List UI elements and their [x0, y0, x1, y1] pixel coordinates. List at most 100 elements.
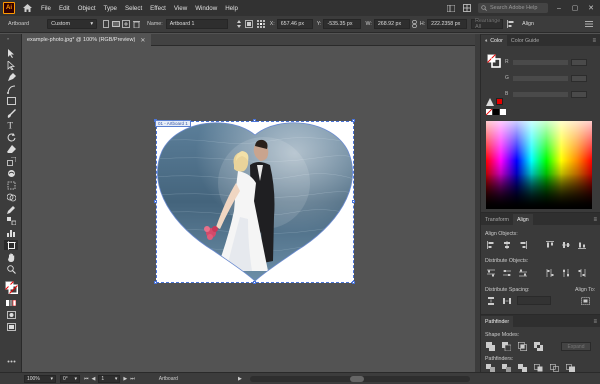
- vertical-distribute-space-icon[interactable]: [486, 296, 495, 305]
- unite-icon[interactable]: [486, 342, 495, 351]
- align-bottom-icon[interactable]: [577, 240, 586, 249]
- maximize-button[interactable]: ▢: [570, 3, 580, 13]
- scrollbar-thumb[interactable]: [349, 375, 364, 382]
- distribute-vertical-center-icon[interactable]: [502, 268, 511, 277]
- align-link[interactable]: Align: [522, 21, 534, 27]
- distribute-left-icon[interactable]: [545, 268, 554, 277]
- intersect-icon[interactable]: [518, 342, 527, 351]
- handle-middle-right[interactable]: [352, 200, 355, 203]
- height-field[interactable]: 222.2358 px: [427, 19, 468, 29]
- artboard-name-field[interactable]: Artboard 1: [165, 19, 228, 29]
- align-right-icon[interactable]: [518, 240, 527, 249]
- direct-selection-tool-icon[interactable]: [4, 60, 18, 70]
- outline-icon[interactable]: [550, 363, 559, 372]
- edit-toolbar-icon[interactable]: [4, 356, 18, 366]
- menu-select[interactable]: Select: [125, 5, 142, 12]
- none-white-black-swatches[interactable]: [485, 108, 506, 116]
- tab-align[interactable]: Align: [512, 214, 533, 225]
- document-tab[interactable]: example-photo.jpg* @ 100% (RGB/Preview) …: [23, 34, 151, 46]
- color-row-g[interactable]: G: [505, 74, 587, 82]
- menu-object[interactable]: Object: [78, 5, 96, 12]
- menu-file[interactable]: File: [41, 5, 51, 12]
- delete-artboard-icon[interactable]: [131, 19, 141, 29]
- close-tab-icon[interactable]: ✕: [140, 37, 145, 44]
- paintbrush-tool-icon[interactable]: [4, 108, 18, 118]
- zoom-field[interactable]: 100% ▾: [24, 374, 56, 383]
- rearrange-all-button[interactable]: Rearrange All: [471, 18, 504, 30]
- minus-back-icon[interactable]: [566, 363, 575, 372]
- menu-edit[interactable]: Edit: [59, 5, 70, 12]
- tab-color[interactable]: ◐ Color: [481, 35, 507, 46]
- curvature-tool-icon[interactable]: [4, 84, 18, 94]
- pen-tool-icon[interactable]: [4, 72, 18, 82]
- eyedropper-tool-icon[interactable]: [4, 204, 18, 214]
- hand-tool-icon[interactable]: [4, 252, 18, 262]
- fill-stroke-mini-swatch[interactable]: [487, 54, 501, 68]
- portrait-icon[interactable]: [101, 19, 111, 29]
- menu-view[interactable]: View: [174, 5, 187, 12]
- crop-icon[interactable]: [534, 363, 543, 372]
- home-icon[interactable]: [21, 2, 33, 14]
- expand-button[interactable]: Expand: [561, 342, 591, 351]
- free-transform-tool-icon[interactable]: [4, 180, 18, 190]
- b-value-field[interactable]: [571, 90, 587, 98]
- type-tool-icon[interactable]: T: [4, 120, 18, 130]
- trim-icon[interactable]: [502, 363, 511, 372]
- landscape-icon[interactable]: [111, 19, 121, 29]
- previous-artboard-button[interactable]: ◀: [92, 376, 96, 382]
- artboard-number-field[interactable]: 1 ▾: [98, 374, 121, 383]
- panel-menu-icon[interactable]: ≡: [593, 316, 600, 327]
- handle-bottom-right[interactable]: [352, 281, 355, 284]
- tab-pathfinder[interactable]: Pathfinder: [481, 316, 514, 327]
- color-row-b[interactable]: B: [505, 90, 587, 98]
- eraser-tool-icon[interactable]: [4, 144, 18, 154]
- canvas-area[interactable]: 01 - Artboard 1: [23, 47, 475, 372]
- panel-menu-icon[interactable]: ≡: [593, 214, 600, 225]
- new-artboard-icon[interactable]: [121, 19, 131, 29]
- handle-bottom-left[interactable]: [154, 281, 157, 284]
- align-top-icon[interactable]: [545, 240, 554, 249]
- artboard-name-label[interactable]: 01 - Artboard 1: [155, 120, 191, 127]
- screen-mode-icon[interactable]: [4, 322, 18, 332]
- spacing-value-field[interactable]: [517, 296, 551, 305]
- arrange-docs-icon[interactable]: [462, 3, 472, 13]
- minus-front-icon[interactable]: [502, 342, 511, 351]
- menu-help[interactable]: Help: [225, 5, 238, 12]
- minimize-button[interactable]: –: [554, 3, 564, 13]
- tab-transform[interactable]: Transform: [481, 214, 513, 225]
- gamut-color-swatch[interactable]: [496, 98, 503, 105]
- next-artboard-button[interactable]: ▶: [123, 376, 127, 382]
- panel-collapse-icon[interactable]: »: [4, 36, 18, 40]
- fill-stroke-swatch[interactable]: [4, 280, 18, 294]
- workspace-switcher-icon[interactable]: [446, 3, 456, 13]
- x-field[interactable]: 657.46 px: [276, 19, 313, 29]
- color-row-r[interactable]: R: [505, 58, 587, 66]
- align-vertical-center-icon[interactable]: [561, 240, 570, 249]
- artboard-options-icon[interactable]: [244, 19, 254, 29]
- last-artboard-button[interactable]: ⏭: [130, 376, 135, 382]
- warp-tool-icon[interactable]: [4, 168, 18, 178]
- drawing-mode-icon[interactable]: [4, 310, 18, 320]
- status-arrow-icon[interactable]: ▶: [238, 376, 242, 382]
- handle-top-right[interactable]: [352, 119, 355, 122]
- menu-type[interactable]: Type: [104, 5, 117, 12]
- preset-dropdown[interactable]: Custom ▾: [47, 19, 98, 29]
- horizontal-scrollbar[interactable]: [249, 375, 470, 382]
- rectangle-tool-icon[interactable]: [4, 96, 18, 106]
- align-left-icon[interactable]: [486, 240, 495, 249]
- close-window-button[interactable]: ✕: [586, 3, 596, 13]
- r-slider[interactable]: [513, 59, 568, 65]
- y-field[interactable]: -535.35 px: [323, 19, 362, 29]
- more-options-icon[interactable]: [584, 19, 594, 29]
- horizontal-distribute-space-icon[interactable]: [502, 296, 511, 305]
- width-field[interactable]: 268.92 px: [373, 19, 410, 29]
- zoom-tool-icon[interactable]: [4, 264, 18, 274]
- help-search-input[interactable]: Search Adobe Help: [478, 3, 548, 13]
- handle-middle-left[interactable]: [154, 200, 157, 203]
- rotate-tool-icon[interactable]: [4, 132, 18, 142]
- panel-menu-icon[interactable]: ≡: [592, 35, 600, 46]
- b-slider[interactable]: [513, 91, 568, 97]
- align-options-icon[interactable]: [506, 19, 516, 29]
- menu-window[interactable]: Window: [195, 5, 217, 12]
- divide-icon[interactable]: [486, 363, 495, 372]
